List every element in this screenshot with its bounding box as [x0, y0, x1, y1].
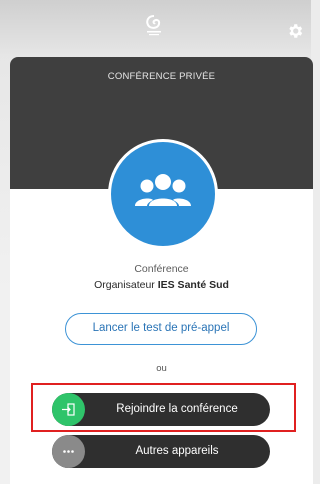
other-devices-button[interactable]: Autres appareils	[52, 435, 270, 468]
more-icon	[52, 435, 85, 468]
card-title: CONFÉRENCE PRIVÉE	[107, 71, 216, 82]
gear-icon[interactable]	[286, 22, 304, 40]
brand-logo-icon	[144, 14, 164, 38]
group-icon	[135, 174, 191, 206]
top-bar	[0, 0, 311, 56]
conference-avatar	[108, 139, 218, 249]
conference-label: Conférence	[134, 263, 189, 275]
other-devices-label: Autres appareils	[135, 445, 219, 457]
organizer-prefix: Organisateur	[94, 279, 155, 291]
organizer-line: Organisateur IES Santé Sud	[10, 279, 313, 291]
organizer-name: IES Santé Sud	[157, 279, 229, 291]
or-separator: ou	[156, 363, 167, 374]
pre-call-test-button[interactable]: Lancer le test de pré-appel	[65, 313, 257, 345]
highlight-box	[31, 383, 296, 432]
